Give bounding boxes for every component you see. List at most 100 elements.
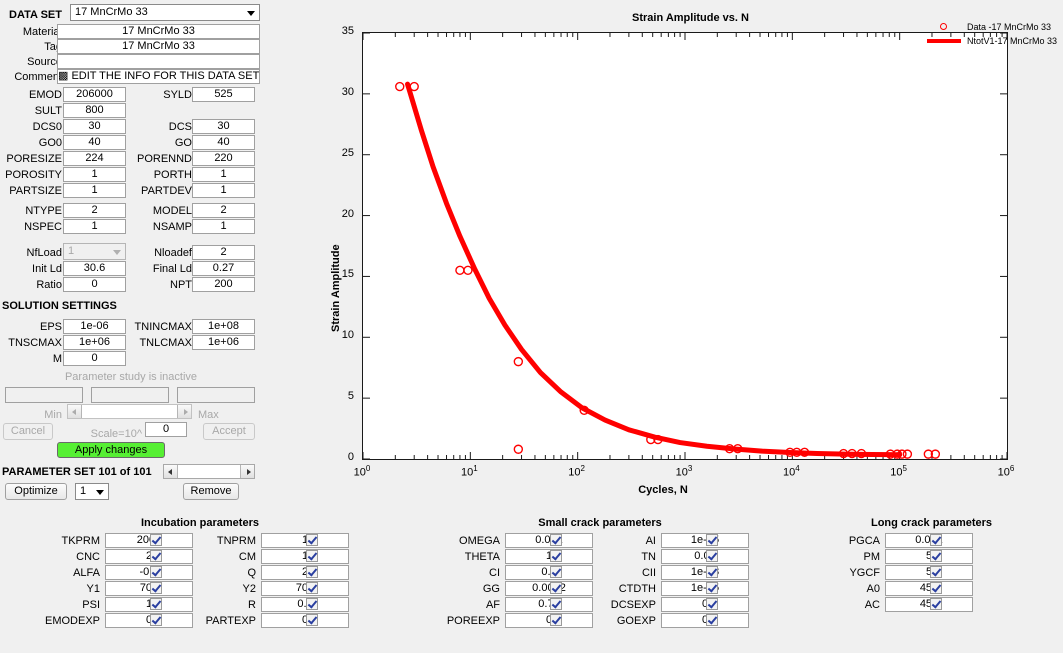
param-field-cii[interactable]: 1e-08 (661, 565, 749, 580)
slider-right-arrow[interactable] (240, 465, 254, 478)
param-checkbox-tkprm[interactable] (150, 534, 162, 546)
param-field-partexp[interactable]: 0 (261, 613, 349, 628)
param-field-theta[interactable]: 1 (505, 549, 593, 564)
nfload-combobox[interactable]: 1 (63, 243, 126, 260)
param-checkbox-pgca[interactable] (930, 534, 942, 546)
init-ld-field[interactable]: 30.6 (63, 261, 126, 276)
eps-field[interactable]: 1e-06 (63, 319, 126, 334)
prop-field-partsize[interactable]: 1 (63, 183, 126, 198)
optimize-count-combobox[interactable]: 1 (75, 483, 109, 500)
prop-field-sult[interactable]: 800 (63, 103, 126, 118)
m-field[interactable]: 0 (63, 351, 126, 366)
source-field[interactable] (57, 54, 260, 69)
param-field-af[interactable]: 0.75 (505, 597, 593, 612)
param-checkbox-alfa[interactable] (150, 566, 162, 578)
comment-field[interactable]: ▩ EDIT THE INFO FOR THIS DATA SET ▩ (57, 69, 260, 84)
model-field-ntype[interactable]: 2 (63, 203, 126, 218)
param-checkbox-gg[interactable] (550, 582, 562, 594)
param-field-tn[interactable]: 0.02 (661, 549, 749, 564)
param-field-y1[interactable]: 700 (105, 581, 193, 596)
param-field-r[interactable]: 0.1 (261, 597, 349, 612)
param-checkbox-cii[interactable] (706, 566, 718, 578)
prop-field-go0[interactable]: 40 (63, 135, 126, 150)
study-box-3[interactable] (177, 387, 255, 403)
param-field-ctdth[interactable]: 1e-05 (661, 581, 749, 596)
prop-field-emod[interactable]: 206000 (63, 87, 126, 102)
study-box-2[interactable] (91, 387, 169, 403)
scale-field[interactable]: 0 (145, 422, 187, 437)
param-field-omega[interactable]: 0.001 (505, 533, 593, 548)
param-checkbox-emodexp[interactable] (150, 614, 162, 626)
param-field-alfa[interactable]: -0.5 (105, 565, 193, 580)
prop-field-go[interactable]: 40 (192, 135, 255, 150)
model-field-nspec[interactable]: 1 (63, 219, 126, 234)
param-field-ygcf[interactable]: 5 (885, 565, 973, 580)
param-field-q[interactable]: 2 (261, 565, 349, 580)
tnlcmax-field[interactable]: 1e+06 (192, 335, 255, 350)
param-field-psi[interactable]: 1 (105, 597, 193, 612)
param-checkbox-a0[interactable] (930, 582, 942, 594)
param-checkbox-goexp[interactable] (706, 614, 718, 626)
param-field-tnprm[interactable]: 1 (261, 533, 349, 548)
dataset-combobox[interactable]: 17 MnCrMo 33 (70, 4, 260, 21)
param-field-pm[interactable]: 5 (885, 549, 973, 564)
param-checkbox-ci[interactable] (550, 566, 562, 578)
prop-field-syld[interactable]: 525 (192, 87, 255, 102)
slider-track[interactable] (82, 405, 177, 418)
param-checkbox-ai[interactable] (706, 534, 718, 546)
param-checkbox-r[interactable] (306, 598, 318, 610)
parameter-set-slider[interactable] (163, 464, 255, 479)
accept-button[interactable]: Accept (203, 423, 255, 440)
param-field-ci[interactable]: 0.5 (505, 565, 593, 580)
npt-field[interactable]: 200 (192, 277, 255, 292)
optimize-button[interactable]: Optimize (5, 483, 67, 500)
slider-track[interactable] (178, 465, 240, 478)
param-checkbox-tn[interactable] (706, 550, 718, 562)
prop-field-partdev[interactable]: 1 (192, 183, 255, 198)
param-field-poreexp[interactable]: 0 (505, 613, 593, 628)
param-field-a0[interactable]: 450 (885, 581, 973, 596)
prop-field-dcs[interactable]: 30 (192, 119, 255, 134)
param-checkbox-af[interactable] (550, 598, 562, 610)
tnscmax-field[interactable]: 1e+06 (63, 335, 126, 350)
param-checkbox-y2[interactable] (306, 582, 318, 594)
param-checkbox-cm[interactable] (306, 550, 318, 562)
slider-right-arrow[interactable] (177, 405, 191, 418)
prop-field-porth[interactable]: 1 (192, 167, 255, 182)
param-field-ac[interactable]: 450 (885, 597, 973, 612)
study-slider[interactable] (67, 404, 192, 419)
param-checkbox-ac[interactable] (930, 598, 942, 610)
cancel-button[interactable]: Cancel (3, 423, 53, 440)
param-checkbox-cnc[interactable] (150, 550, 162, 562)
param-checkbox-omega[interactable] (550, 534, 562, 546)
param-checkbox-psi[interactable] (150, 598, 162, 610)
param-field-emodexp[interactable]: 0 (105, 613, 193, 628)
param-checkbox-poreexp[interactable] (550, 614, 562, 626)
param-checkbox-partexp[interactable] (306, 614, 318, 626)
param-checkbox-ygcf[interactable] (930, 566, 942, 578)
param-field-y2[interactable]: 700 (261, 581, 349, 596)
final-ld-field[interactable]: 0.27 (192, 261, 255, 276)
nloadef-field[interactable]: 2 (192, 245, 255, 260)
param-field-cnc[interactable]: 2 (105, 549, 193, 564)
remove-button[interactable]: Remove (183, 483, 239, 500)
param-checkbox-tnprm[interactable] (306, 534, 318, 546)
param-field-tkprm[interactable]: 2000 (105, 533, 193, 548)
model-field-nsamp[interactable]: 1 (192, 219, 255, 234)
param-checkbox-theta[interactable] (550, 550, 562, 562)
param-checkbox-pm[interactable] (930, 550, 942, 562)
prop-field-poresize[interactable]: 224 (63, 151, 126, 166)
param-checkbox-y1[interactable] (150, 582, 162, 594)
param-field-dcsexp[interactable]: 0 (661, 597, 749, 612)
prop-field-porosity[interactable]: 1 (63, 167, 126, 182)
model-field-model[interactable]: 2 (192, 203, 255, 218)
param-field-ai[interactable]: 1e-05 (661, 533, 749, 548)
prop-field-porennd[interactable]: 220 (192, 151, 255, 166)
param-field-gg[interactable]: 0.0002 (505, 581, 593, 596)
param-checkbox-ctdth[interactable] (706, 582, 718, 594)
ratio-field[interactable]: 0 (63, 277, 126, 292)
apply-changes-button[interactable]: Apply changes (57, 442, 165, 458)
slider-left-arrow[interactable] (68, 405, 82, 418)
param-checkbox-dcsexp[interactable] (706, 598, 718, 610)
tnincmax-field[interactable]: 1e+08 (192, 319, 255, 334)
